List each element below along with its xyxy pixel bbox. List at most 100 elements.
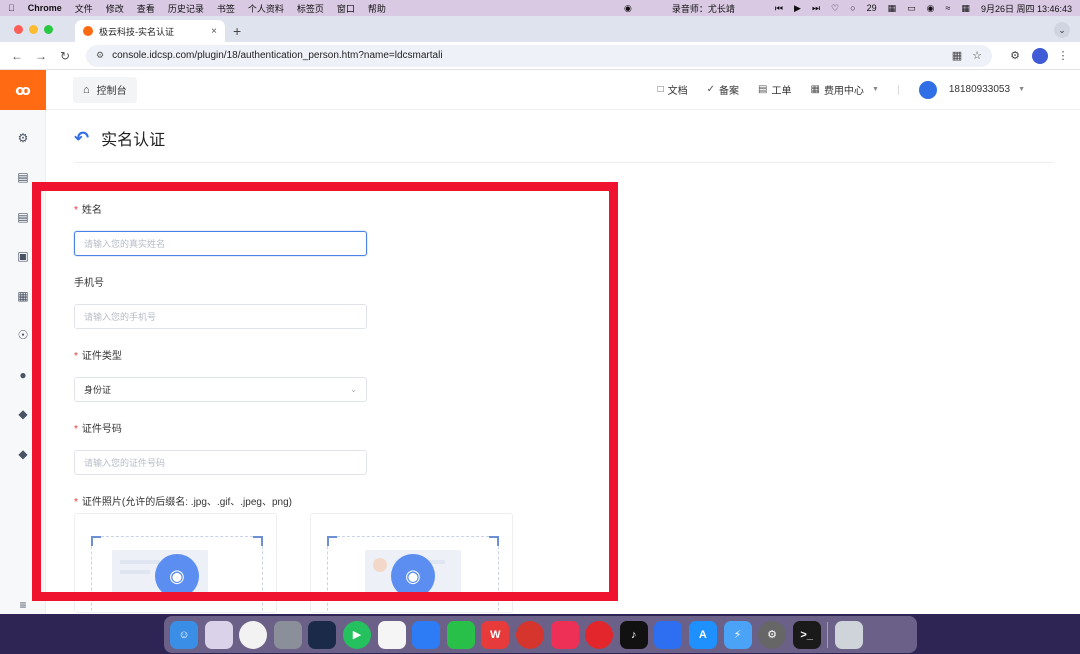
page-title-row: ↶ 实名认证: [74, 126, 165, 150]
back-arrow-icon[interactable]: ←: [8, 49, 26, 63]
tab-strip: 极云科技-实名认证 × + ⌄: [0, 16, 1080, 42]
sidebar-box-icon[interactable]: ▣: [0, 237, 46, 277]
sidebar-globe-icon[interactable]: ☉: [0, 316, 46, 356]
reload-icon[interactable]: ↻: [56, 49, 74, 63]
sidebar-shield-icon[interactable]: ◆: [0, 434, 46, 474]
lark-icon[interactable]: [654, 620, 683, 649]
system-settings-icon[interactable]: ⚙: [758, 620, 787, 649]
phone-input[interactable]: [74, 304, 367, 329]
menu-tabs[interactable]: 标签页: [297, 2, 324, 15]
idtype-select[interactable]: 身份证 ⌄: [74, 377, 367, 402]
qq-icon[interactable]: [377, 620, 406, 649]
ticket-link[interactable]: ▤ 工单: [758, 82, 791, 97]
bookmark-star-icon[interactable]: ☆: [972, 49, 982, 62]
new-tab-button[interactable]: +: [233, 20, 241, 42]
filing-link[interactable]: ✓ 备案: [707, 82, 739, 97]
browser-toolbar: ← → ↻ ⚙ console.idcsp.com/plugin/18/auth…: [0, 42, 1080, 70]
clock-datetime[interactable]: 9月26日 周四 13:46:43: [981, 2, 1072, 15]
address-bar[interactable]: ⚙ console.idcsp.com/plugin/18/authentica…: [86, 44, 992, 67]
menu-view[interactable]: 查看: [137, 2, 155, 15]
terminal-icon[interactable]: >_: [792, 620, 821, 649]
wifi-icon[interactable]: ≈: [945, 3, 950, 13]
trash-icon[interactable]: [835, 620, 864, 649]
sidebar-collapse-icon[interactable]: ≡: [0, 598, 46, 612]
id-back-upload[interactable]: ◉: [310, 513, 513, 613]
menu-help[interactable]: 帮助: [368, 2, 386, 15]
thunder-icon[interactable]: ⚡: [723, 620, 752, 649]
user-menu-chevron-icon[interactable]: ▼: [1018, 86, 1025, 93]
url-text[interactable]: console.idcsp.com/plugin/18/authenticati…: [112, 50, 942, 61]
name-input[interactable]: [74, 231, 367, 256]
sidebar-security-icon[interactable]: ◆: [0, 395, 46, 435]
media-next-icon[interactable]: ⏭: [812, 3, 820, 14]
frame-corner: [489, 536, 499, 546]
profile-avatar-icon[interactable]: [1032, 47, 1048, 64]
menu-history[interactable]: 历史记录: [168, 2, 204, 15]
grid-icon[interactable]: ▦: [888, 3, 897, 14]
close-window-icon[interactable]: [14, 24, 23, 34]
user-phone[interactable]: 18180933053: [949, 84, 1010, 95]
idtype-label: 证件类型: [81, 351, 122, 362]
docs-link[interactable]: □ 文档: [658, 82, 688, 97]
video-player-icon[interactable]: ▶: [342, 620, 371, 649]
sidebar-apps-icon[interactable]: ▦: [0, 276, 46, 316]
idnumber-input[interactable]: [74, 450, 367, 475]
chrome-icon[interactable]: [239, 620, 268, 649]
window-controls: [0, 16, 59, 42]
forward-arrow-icon[interactable]: →: [32, 49, 50, 63]
launchpad-icon[interactable]: [204, 620, 233, 649]
control-center-icon[interactable]: ▦: [961, 3, 970, 14]
chat-bubble-icon[interactable]: [412, 620, 441, 649]
screen-recorder-icon[interactable]: [273, 620, 302, 649]
recorder-status: 录音师：尤长靖: [671, 3, 735, 14]
menu-file[interactable]: 文件: [75, 2, 93, 15]
media-prev-icon[interactable]: ⏮: [775, 3, 783, 14]
menu-profiles[interactable]: 个人资料: [248, 2, 284, 15]
finder-icon[interactable]: ☺: [170, 620, 198, 649]
card-line: [120, 560, 160, 564]
minimize-window-icon[interactable]: [29, 24, 38, 34]
brand-logo[interactable]: ꝏ: [0, 70, 46, 110]
menu-edit[interactable]: 修改: [106, 2, 124, 15]
chrome-menu-icon[interactable]: ⋮: [1054, 49, 1072, 62]
tiktok-icon[interactable]: ♪: [619, 620, 648, 649]
menu-window[interactable]: 窗口: [337, 2, 355, 15]
chat-icon[interactable]: ○: [850, 3, 855, 13]
heart-icon[interactable]: ♡: [831, 3, 839, 14]
browser-tab-active[interactable]: 极云科技-实名认证 ×: [75, 20, 225, 42]
sidebar-dashboard-icon[interactable]: ⚙: [0, 118, 46, 158]
camera-icon[interactable]: ◉: [391, 554, 435, 598]
media-play-icon[interactable]: ▶: [794, 3, 801, 14]
sidebar-server-icon[interactable]: ▤: [0, 158, 46, 198]
back-icon[interactable]: ↶: [74, 128, 89, 149]
monitor-icon[interactable]: [308, 620, 337, 649]
site-info-icon[interactable]: ⚙: [96, 50, 104, 61]
tab-close-icon[interactable]: ×: [211, 26, 217, 37]
maximize-window-icon[interactable]: [44, 24, 53, 34]
extensions-icon[interactable]: ⚙: [1006, 49, 1024, 62]
focus-icon[interactable]: ◉: [927, 3, 935, 14]
user-avatar-icon[interactable]: [918, 80, 937, 99]
id-front-upload[interactable]: ◉: [74, 513, 277, 613]
sidebar-ssl-icon[interactable]: ●: [0, 355, 46, 395]
menu-bookmarks[interactable]: 书签: [217, 2, 235, 15]
flag-app-icon[interactable]: [550, 620, 579, 649]
menu-chrome[interactable]: Chrome: [28, 3, 62, 13]
translate-icon[interactable]: ▦: [952, 49, 962, 62]
app-store-icon[interactable]: A: [688, 620, 717, 649]
wechat-icon[interactable]: [446, 620, 475, 649]
billing-link[interactable]: ▦ 费用中心 ▼: [810, 82, 878, 97]
wps-icon[interactable]: W: [481, 620, 510, 649]
remote-desktop-icon[interactable]: [515, 620, 544, 649]
camera-icon[interactable]: ◉: [155, 554, 199, 598]
record-stop-icon[interactable]: ◉: [624, 3, 632, 14]
netease-music-icon[interactable]: [585, 620, 614, 649]
mac-menubar:  Chrome 文件 修改 查看 历史记录 书签 个人资料 标签页 窗口 帮助…: [0, 0, 1080, 16]
sidebar-storage-icon[interactable]: ▤: [0, 197, 46, 237]
apple-menu-icon[interactable]: : [8, 3, 15, 13]
console-button[interactable]: ⌂ 控制台: [73, 76, 137, 103]
frame-corner: [253, 536, 263, 546]
ticket-label: 工单: [771, 86, 792, 97]
tab-search-icon[interactable]: ⌄: [1054, 22, 1070, 38]
battery-icon[interactable]: ▭: [907, 3, 916, 14]
